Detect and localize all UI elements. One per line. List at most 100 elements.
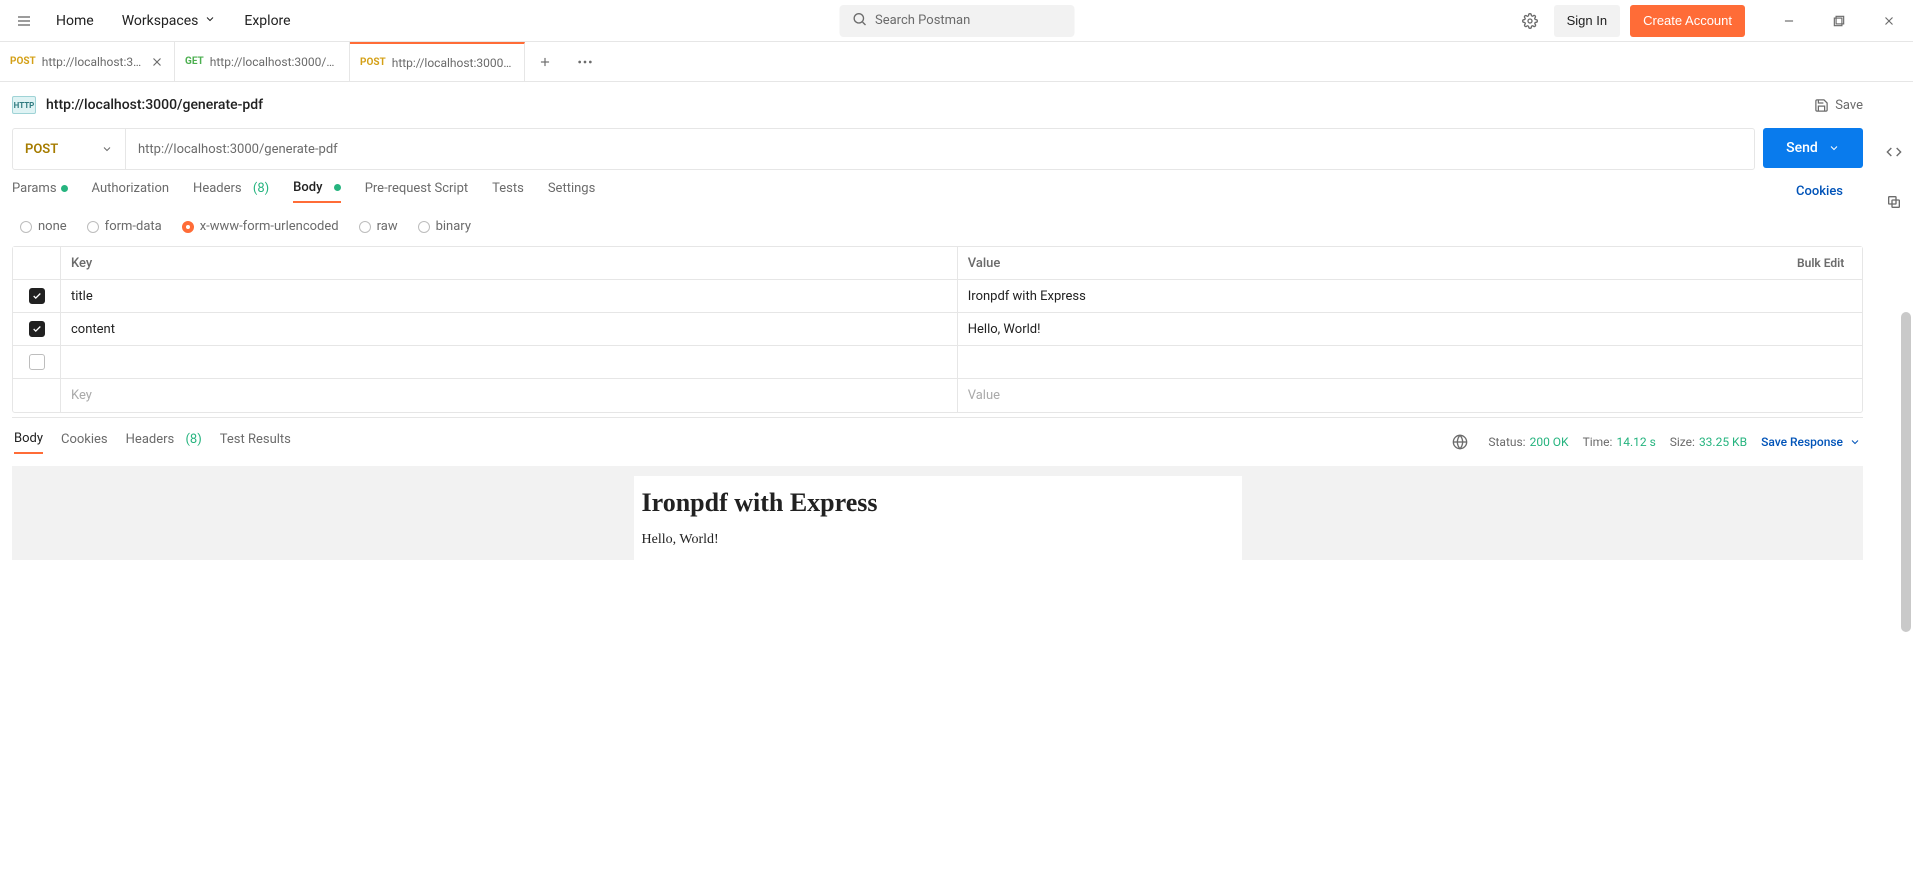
kv-value-input[interactable]: Hello, World! xyxy=(958,313,1862,345)
method-select[interactable]: POST xyxy=(13,129,126,169)
status-dot-icon xyxy=(334,184,341,191)
tab-body[interactable]: Body xyxy=(293,180,341,203)
body-type-raw[interactable]: raw xyxy=(359,219,398,234)
create-account-button[interactable]: Create Account xyxy=(1630,5,1745,37)
send-label: Send xyxy=(1786,140,1818,156)
checkbox-checked-icon[interactable] xyxy=(29,321,45,337)
window-controls xyxy=(1775,7,1903,35)
http-badge-icon: HTTP xyxy=(12,96,36,114)
body-type-row: none form-data x-www-form-urlencoded raw… xyxy=(12,209,1863,246)
radio-icon xyxy=(418,221,430,233)
nav-explore[interactable]: Explore xyxy=(234,7,300,35)
kv-value-input[interactable] xyxy=(958,346,1862,378)
response-body-viewer[interactable]: Ironpdf with Express Hello, World! xyxy=(12,466,1863,560)
nav-workspaces[interactable]: Workspaces xyxy=(112,7,227,35)
nav-home[interactable]: Home xyxy=(46,7,104,35)
kv-value-header: Value xyxy=(958,247,1787,279)
body-type-none[interactable]: none xyxy=(20,219,67,234)
method-label: POST xyxy=(25,142,58,157)
body-type-binary[interactable]: binary xyxy=(418,219,471,234)
request-subtabs: Params Authorization Headers (8) Body Pr… xyxy=(12,180,1863,209)
kv-key-input[interactable]: content xyxy=(61,313,958,345)
table-row: content Hello, World! xyxy=(13,313,1862,346)
maximize-icon[interactable] xyxy=(1825,7,1853,35)
time-badge: Time:14.12 s xyxy=(1583,435,1656,449)
pdf-preview-page: Ironpdf with Express Hello, World! xyxy=(634,476,1242,560)
kv-table: Key Value Bulk Edit title Ironpdf with E… xyxy=(12,246,1863,413)
radio-icon xyxy=(359,221,371,233)
search-input[interactable]: Search Postman xyxy=(839,5,1074,37)
kv-value-input[interactable]: Ironpdf with Express xyxy=(958,280,1862,312)
scrollbar[interactable] xyxy=(1901,312,1911,632)
add-tab-button[interactable] xyxy=(525,42,565,81)
checkbox-unchecked-icon[interactable] xyxy=(29,354,45,370)
more-tabs-icon[interactable] xyxy=(565,42,605,81)
url-input[interactable]: http://localhost:3000/generate-pdf xyxy=(126,129,1754,169)
pdf-heading: Ironpdf with Express xyxy=(642,488,1234,518)
request-tab-2[interactable]: POST http://localhost:3000/ge xyxy=(350,42,525,81)
tab-method: GET xyxy=(185,56,204,67)
radio-checked-icon xyxy=(182,221,194,233)
cookies-link[interactable]: Cookies xyxy=(1796,184,1843,199)
checkbox-checked-icon[interactable] xyxy=(29,288,45,304)
save-label: Save xyxy=(1835,98,1863,113)
tab-tests[interactable]: Tests xyxy=(492,181,524,202)
tab-prerequest[interactable]: Pre-request Script xyxy=(365,181,468,202)
settings-icon[interactable] xyxy=(1516,7,1544,35)
tab-settings[interactable]: Settings xyxy=(548,181,595,202)
nav-workspaces-label: Workspaces xyxy=(122,13,199,29)
kv-key-input[interactable]: title xyxy=(61,280,958,312)
close-window-icon[interactable] xyxy=(1875,7,1903,35)
kv-value-placeholder[interactable]: Value xyxy=(958,379,1862,412)
tab-headers[interactable]: Headers (8) xyxy=(193,181,269,202)
request-title: http://localhost:3000/generate-pdf xyxy=(46,97,263,113)
search-placeholder: Search Postman xyxy=(875,13,970,28)
body-type-formdata[interactable]: form-data xyxy=(87,219,162,234)
status-badge: Status:200 OK xyxy=(1488,435,1568,449)
close-icon[interactable] xyxy=(150,55,164,69)
hamburger-menu[interactable] xyxy=(10,7,38,35)
chevron-down-icon xyxy=(204,13,216,29)
kv-key-placeholder[interactable]: Key xyxy=(61,379,958,412)
request-tab-0[interactable]: POST http://localhost:3000 xyxy=(0,42,175,81)
save-button[interactable]: Save xyxy=(1814,98,1863,113)
table-row: title Ironpdf with Express xyxy=(13,280,1862,313)
response-section: Body Cookies Headers (8) Test Results St… xyxy=(12,417,1863,560)
topbar: Home Workspaces Explore Search Postman S… xyxy=(0,0,1913,42)
kv-key-input[interactable] xyxy=(61,346,958,378)
code-snippet-icon[interactable] xyxy=(1880,138,1908,166)
tab-label: http://localhost:3000/dow xyxy=(210,55,339,69)
tab-label: http://localhost:3000/ge xyxy=(392,56,514,70)
radio-icon xyxy=(20,221,32,233)
resp-tab-headers[interactable]: Headers (8) xyxy=(126,432,202,453)
minimize-icon[interactable] xyxy=(1775,7,1803,35)
resp-tab-tests[interactable]: Test Results xyxy=(220,432,291,453)
copy-icon[interactable] xyxy=(1880,188,1908,216)
status-dot-icon xyxy=(61,185,68,192)
send-button[interactable]: Send xyxy=(1763,128,1863,168)
search-icon xyxy=(851,11,867,31)
table-row xyxy=(13,346,1862,379)
table-row-new: Key Value xyxy=(13,379,1862,412)
pdf-body: Hello, World! xyxy=(642,532,1234,548)
body-type-xwww[interactable]: x-www-form-urlencoded xyxy=(182,219,339,234)
tab-params[interactable]: Params xyxy=(12,181,68,202)
response-subtabs: Body Cookies Headers (8) Test Results St… xyxy=(12,418,1863,466)
request-tab-1[interactable]: GET http://localhost:3000/dow xyxy=(175,42,350,81)
sign-in-button[interactable]: Sign In xyxy=(1554,5,1620,37)
globe-icon[interactable] xyxy=(1446,428,1474,456)
resp-tab-cookies[interactable]: Cookies xyxy=(61,432,108,453)
radio-icon xyxy=(87,221,99,233)
resp-tab-body[interactable]: Body xyxy=(14,431,43,454)
chevron-down-icon xyxy=(1849,436,1861,448)
bulk-edit-button[interactable]: Bulk Edit xyxy=(1787,247,1862,279)
tab-method: POST xyxy=(360,57,386,68)
tab-method: POST xyxy=(10,56,36,67)
chevron-down-icon xyxy=(101,143,113,155)
save-response-button[interactable]: Save Response xyxy=(1761,435,1861,449)
kv-header-row: Key Value Bulk Edit xyxy=(13,247,1862,280)
size-badge: Size:33.25 KB xyxy=(1670,435,1747,449)
tab-bar: POST http://localhost:3000 GET http://lo… xyxy=(0,42,1913,82)
kv-key-header: Key xyxy=(61,247,958,279)
tab-authorization[interactable]: Authorization xyxy=(92,181,170,202)
